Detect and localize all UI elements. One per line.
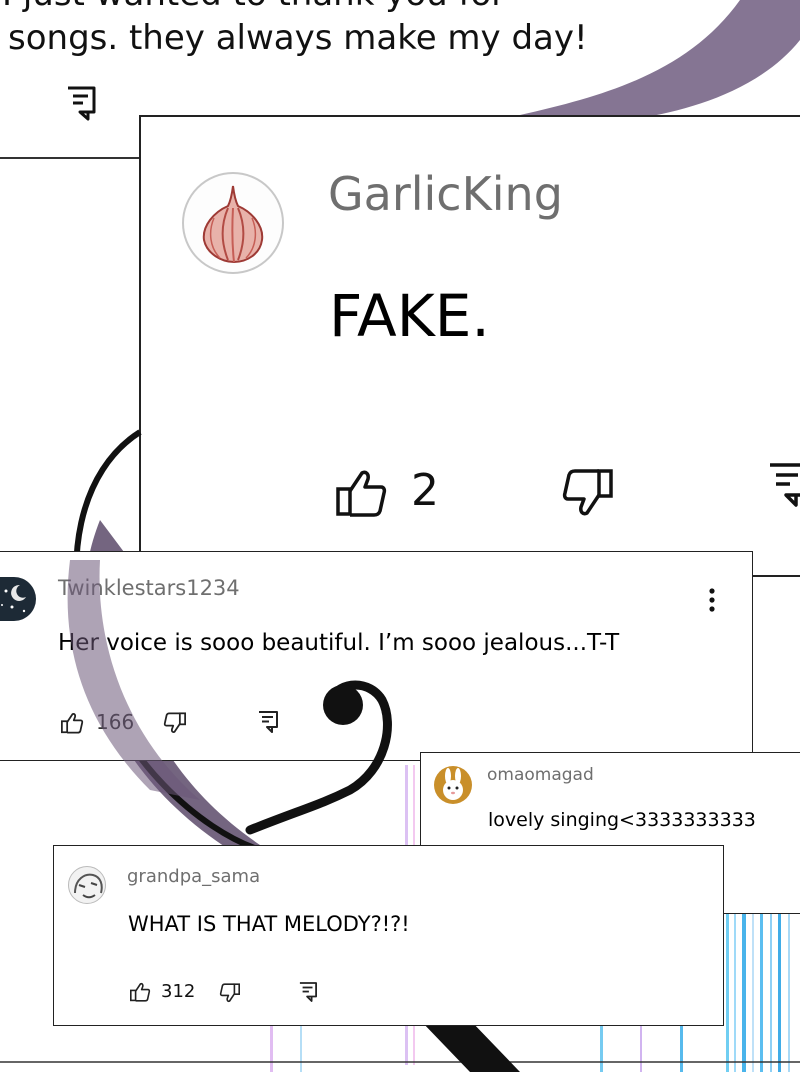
comment-username[interactable]: omaomagad bbox=[487, 765, 594, 785]
comment-text: lovely singing<3333333333 bbox=[488, 809, 756, 831]
comment-card-grandpa-sama: grandpa_sama WHAT IS THAT MELODY?!?! 312 bbox=[53, 845, 724, 1026]
thumbs-up-icon[interactable] bbox=[130, 982, 151, 1002]
rabbit-avatar bbox=[434, 766, 472, 804]
thumbs-down-icon[interactable] bbox=[219, 983, 240, 1003]
comment-username[interactable]: grandpa_sama bbox=[127, 866, 260, 887]
comment-text: WHAT IS THAT MELODY?!?! bbox=[128, 912, 410, 936]
sketch-face-avatar bbox=[68, 866, 106, 904]
reply-icon[interactable] bbox=[299, 981, 317, 1003]
like-count: 312 bbox=[161, 981, 196, 1002]
